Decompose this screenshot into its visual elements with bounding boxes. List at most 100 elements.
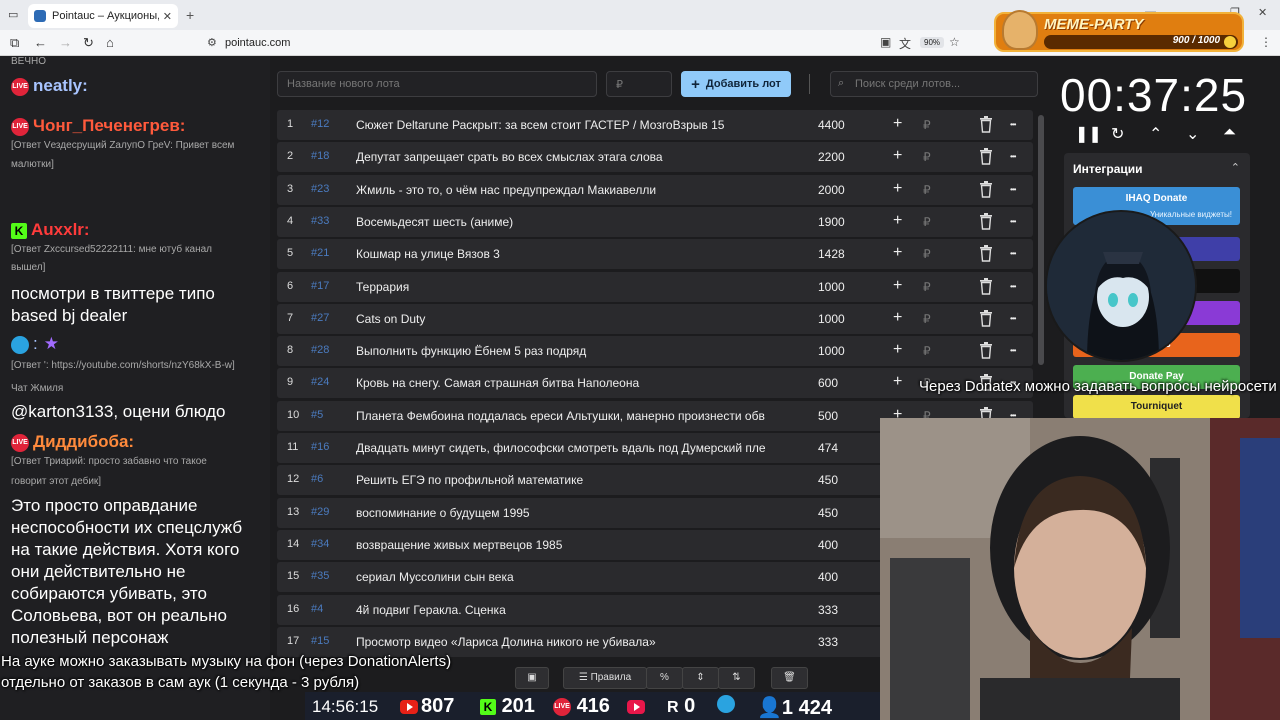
add-amount-icon[interactable]: + [893, 244, 902, 262]
lot-name[interactable]: Планета Фембоина поддалась ереси Альтушк… [356, 409, 791, 423]
lot-row[interactable]: 2 #18 Депутат запрещает срать во всех смыс… [277, 142, 1033, 173]
bookmark-icon[interactable]: ☆ [949, 35, 960, 49]
lot-id[interactable]: #34 [311, 538, 329, 550]
more-options-icon[interactable]: ••• [1010, 314, 1016, 323]
lot-amount[interactable]: 333 [818, 635, 838, 649]
reload-icon[interactable]: ↻ [83, 35, 94, 51]
lot-row[interactable]: 3 #23 Жмиль - это то, о чём нас предупрежд… [277, 174, 1033, 205]
lot-id[interactable]: #16 [311, 441, 329, 453]
lot-name[interactable]: Депутат запрещает срать во всех смыслах … [356, 150, 791, 164]
lot-name[interactable]: Жмиль - это то, о чём нас предупреждал М… [356, 183, 791, 197]
lot-amount[interactable]: 500 [818, 409, 838, 423]
lot-name[interactable]: сериал Муссолини сын века [356, 570, 791, 584]
lot-amount[interactable]: 2000 [818, 183, 845, 197]
split-icon[interactable]: ⇕ [682, 667, 719, 689]
new-lot-input[interactable]: Название нового лота [277, 71, 597, 97]
lot-id[interactable]: #6 [311, 473, 323, 485]
lot-id[interactable]: #4 [311, 603, 323, 615]
more-options-icon[interactable]: ••• [1010, 185, 1016, 194]
lot-amount[interactable]: 1428 [818, 247, 845, 261]
more-options-icon[interactable]: ••• [1010, 249, 1016, 258]
lot-id[interactable]: #24 [311, 376, 329, 388]
lot-id[interactable]: #33 [311, 215, 329, 227]
ruble-icon[interactable]: ₽ [923, 118, 931, 132]
add-lot-button[interactable]: + Добавить лот [681, 71, 791, 97]
lot-name[interactable]: Выполнить функцию Ёбнем 5 раз подряд [356, 344, 791, 358]
lot-amount[interactable]: 2200 [818, 150, 845, 164]
more-options-icon[interactable]: ••• [1010, 120, 1016, 129]
lot-name[interactable]: Сюжет Deltarune Раскрыт: за всем стоит Г… [356, 118, 791, 132]
lot-amount[interactable]: 474 [818, 441, 838, 455]
lot-id[interactable]: #18 [311, 150, 329, 162]
lot-search-input[interactable]: ⌕ Поиск среди лотов... [830, 71, 1038, 97]
lot-id[interactable]: #35 [311, 570, 329, 582]
pause-icon[interactable]: ❚❚ [1075, 124, 1102, 144]
lot-name[interactable]: Террария [356, 280, 791, 294]
lot-amount[interactable]: 400 [818, 570, 838, 584]
lot-name[interactable]: Восемьдесят шесть (аниме) [356, 215, 791, 229]
translate-icon[interactable]: 文 [899, 35, 911, 52]
add-amount-icon[interactable]: + [893, 309, 902, 327]
clear-lots-icon[interactable]: 🗑 [771, 667, 808, 689]
sort-icon[interactable]: ⇅ [718, 667, 755, 689]
lot-amount[interactable]: 450 [818, 473, 838, 487]
delete-lot-icon[interactable] [979, 342, 993, 359]
lot-id[interactable]: #5 [311, 409, 323, 421]
ruble-icon[interactable]: ₽ [923, 312, 931, 326]
back-icon[interactable]: ← [34, 35, 47, 50]
add-amount-icon[interactable]: + [893, 147, 902, 165]
lot-name[interactable]: возвращение живых мертвецов 1985 [356, 538, 791, 552]
home-icon[interactable]: ⌂ [106, 35, 114, 50]
time-up-icon[interactable]: ⌃ [1149, 124, 1162, 144]
lot-row[interactable]: 5 #21 Кошмар на улице Вязов 3 1428 + ₽ ••• [277, 239, 1033, 270]
lot-name[interactable]: Кровь на снегу. Самая страшная битва Нап… [356, 376, 791, 390]
lot-amount[interactable]: 450 [818, 506, 838, 520]
delete-lot-icon[interactable] [979, 309, 993, 327]
collapse-icon[interactable]: ⌃ [1231, 161, 1240, 174]
lot-amount[interactable]: 1000 [818, 312, 845, 326]
lot-amount[interactable]: 1000 [818, 344, 845, 358]
new-tab-icon[interactable]: + [186, 7, 194, 23]
ruble-icon[interactable]: ₽ [923, 215, 931, 229]
delete-lot-icon[interactable] [979, 148, 993, 165]
lot-amount[interactable]: 1000 [818, 280, 845, 294]
ruble-icon[interactable]: ₽ [923, 183, 931, 197]
tabs-icon[interactable]: ⧉ [10, 35, 19, 51]
tourniquet-button[interactable]: Tourniquet [1073, 395, 1240, 419]
lot-amount[interactable]: 4400 [818, 118, 845, 132]
browser-tab[interactable]: Pointauc – Аукционы, лотереи ✕ [28, 4, 178, 28]
ruble-icon[interactable]: ₽ [923, 280, 931, 294]
delete-lot-icon[interactable] [979, 277, 993, 295]
zoom-level[interactable]: 90% [920, 37, 945, 48]
more-options-icon[interactable]: ••• [1010, 217, 1016, 226]
lot-row[interactable]: 7 #27 Cats on Duty 1000 + ₽ ••• [277, 303, 1033, 334]
ruble-icon[interactable]: ₽ [923, 150, 931, 164]
lot-name[interactable]: воспоминание о будущем 1995 [356, 506, 791, 520]
lot-row[interactable]: 8 #28 Выполнить функцию Ёбнем 5 раз подряд… [277, 336, 1033, 367]
lot-id[interactable]: #28 [311, 344, 329, 356]
add-amount-icon[interactable]: + [893, 277, 902, 295]
restart-icon[interactable]: ↻ [1111, 124, 1124, 144]
lot-name[interactable]: Просмотр видео «Лариса Долина никого не … [356, 635, 791, 649]
rules-button[interactable]: ☰ Правила [563, 667, 647, 689]
lot-id[interactable]: #21 [311, 247, 329, 259]
add-amount-icon[interactable]: + [893, 180, 902, 198]
close-tab-icon[interactable]: ✕ [163, 10, 172, 23]
lot-name[interactable]: 4й подвиг Геракла. Сценка [356, 603, 791, 617]
lot-name[interactable]: Cats on Duty [356, 312, 791, 326]
more-options-icon[interactable]: ••• [1010, 346, 1016, 355]
lots-scrollbar[interactable] [1038, 115, 1044, 365]
more-options-icon[interactable]: ••• [1010, 152, 1016, 161]
url-text[interactable]: pointauc.com [225, 37, 290, 49]
ruble-icon[interactable]: ₽ [923, 344, 931, 358]
lot-id[interactable]: #17 [311, 280, 329, 292]
time-double-up-icon[interactable]: ⏶ [1223, 124, 1236, 142]
percent-icon[interactable]: % [646, 667, 683, 689]
add-amount-icon[interactable]: + [893, 212, 902, 230]
lot-row[interactable]: 1 #12 Сюжет Deltarune Раскрыт: за всем сто… [277, 110, 1033, 140]
add-amount-icon[interactable]: + [893, 341, 902, 359]
lot-amount[interactable]: 600 [818, 376, 838, 390]
more-options-icon[interactable]: ••• [1010, 282, 1016, 291]
lot-amount[interactable]: 1900 [818, 215, 845, 229]
lot-amount[interactable]: 333 [818, 603, 838, 617]
